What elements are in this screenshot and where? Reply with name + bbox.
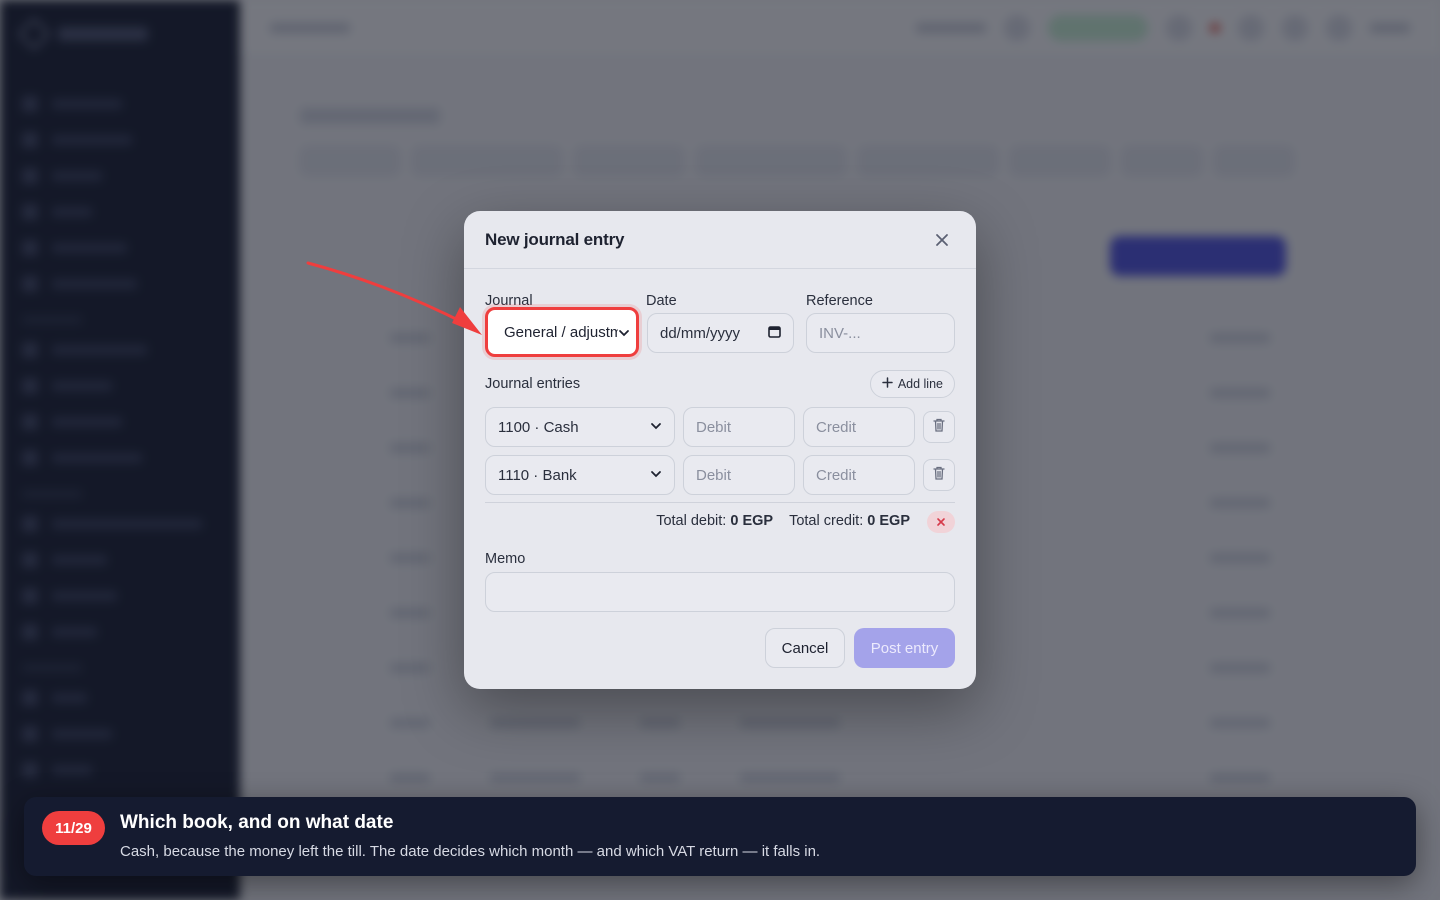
close-icon[interactable] bbox=[929, 227, 955, 253]
line-2-account-select[interactable]: 1110 · Bank bbox=[485, 455, 675, 495]
reference-input[interactable]: INV-... bbox=[806, 313, 955, 353]
totals-divider bbox=[485, 502, 955, 503]
line-1-delete-button[interactable] bbox=[923, 411, 955, 443]
reference-placeholder: INV-... bbox=[819, 324, 861, 342]
line-1-debit-placeholder: Debit bbox=[696, 418, 732, 436]
tour-body: Cash, because the money left the till. T… bbox=[120, 843, 821, 860]
plus-icon bbox=[882, 377, 893, 391]
journal-entries-label: Journal entries bbox=[485, 376, 581, 392]
total-debit: Total debit: 0 EGP bbox=[656, 513, 774, 529]
chevron-down-icon bbox=[618, 324, 630, 341]
reference-label: Reference bbox=[806, 293, 873, 309]
total-credit: Total credit: 0 EGP bbox=[789, 513, 910, 529]
line-2-credit-placeholder: Credit bbox=[816, 466, 857, 484]
unbalanced-x-icon bbox=[927, 511, 955, 533]
calendar-icon[interactable] bbox=[768, 325, 781, 342]
line-1-account-value: 1100 · Cash bbox=[498, 418, 579, 436]
line-1-debit-input[interactable]: Debit bbox=[683, 407, 795, 447]
date-placeholder: dd/mm/yyyy bbox=[660, 324, 741, 342]
tour-title: Which book, and on what date bbox=[120, 812, 394, 833]
memo-label: Memo bbox=[485, 551, 526, 567]
modal-title: New journal entry bbox=[485, 229, 625, 249]
line-1-credit-input[interactable]: Credit bbox=[803, 407, 915, 447]
trash-icon bbox=[933, 466, 945, 485]
journal-entry-modal: New journal entry Journal Date Reference… bbox=[464, 211, 976, 689]
add-line-label: Add line bbox=[897, 377, 943, 391]
line-1-account-select[interactable]: 1100 · Cash bbox=[485, 407, 675, 447]
tour-pointer-arrow-icon bbox=[306, 261, 482, 335]
tour-banner: 11/29 Which book, and on what date Cash,… bbox=[24, 797, 1416, 876]
line-2-credit-input[interactable]: Credit bbox=[803, 455, 915, 495]
tour-step-badge: 11/29 bbox=[42, 811, 105, 845]
line-2-debit-placeholder: Debit bbox=[696, 466, 732, 484]
totals-row: Total debit: 0 EGP Total credit: 0 EGP bbox=[656, 513, 910, 529]
date-label: Date bbox=[646, 293, 677, 309]
modal-header: New journal entry bbox=[464, 211, 976, 269]
chevron-down-icon bbox=[650, 469, 662, 481]
line-2-account-value: 1110 · Bank bbox=[498, 466, 577, 484]
chevron-down-icon bbox=[650, 421, 662, 433]
cancel-button[interactable]: Cancel bbox=[765, 628, 845, 668]
journal-select[interactable]: General / adjustm bbox=[485, 307, 639, 357]
date-input[interactable]: dd/mm/yyyy bbox=[647, 313, 794, 353]
line-2-delete-button[interactable] bbox=[923, 459, 955, 491]
add-line-button[interactable]: Add line bbox=[869, 370, 955, 398]
journal-select-value: General / adjustm bbox=[504, 323, 618, 341]
line-2-debit-input[interactable]: Debit bbox=[683, 455, 795, 495]
trash-icon bbox=[933, 418, 945, 437]
memo-input[interactable] bbox=[485, 572, 955, 612]
line-1-credit-placeholder: Credit bbox=[816, 418, 857, 436]
post-entry-button[interactable]: Post entry bbox=[854, 628, 955, 668]
